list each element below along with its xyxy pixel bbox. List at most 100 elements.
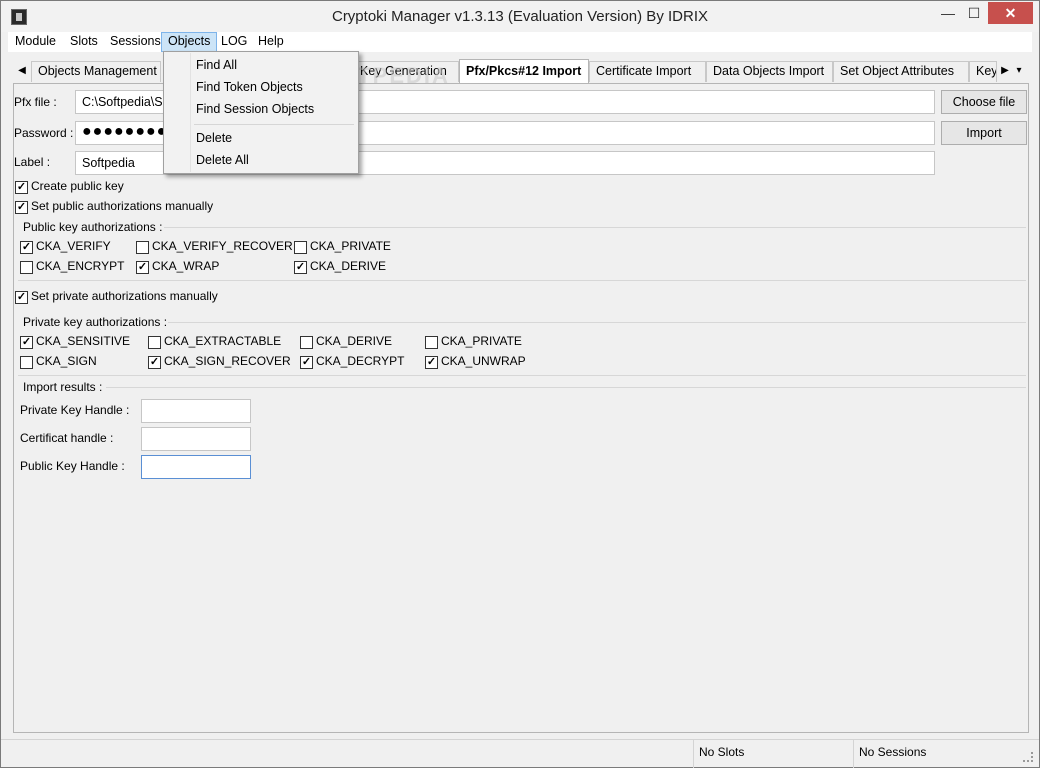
- menu-separator: [194, 124, 354, 125]
- check-icon: [294, 241, 307, 254]
- private-cka-sign-recover[interactable]: ✓ CKA_SIGN_RECOVER: [148, 354, 291, 370]
- choose-file-button[interactable]: Choose file: [941, 90, 1027, 114]
- tab-data-objects-import[interactable]: Data Objects Import: [706, 61, 833, 82]
- check-icon: ✓: [15, 181, 28, 194]
- checkbox-label: CKA_DERIVE: [316, 334, 393, 348]
- tab-key-partial[interactable]: Key: [969, 61, 997, 82]
- checkbox-label: CKA_VERIFY: [36, 239, 111, 253]
- group-divider: [164, 227, 1026, 228]
- checkbox-label: CKA_ENCRYPT: [36, 259, 125, 273]
- checkbox-label: CKA_PRIVATE: [441, 334, 522, 348]
- menu-slots[interactable]: Slots: [64, 32, 104, 52]
- private-key-handle-label: Private Key Handle :: [20, 403, 130, 417]
- menu-log[interactable]: LOG: [215, 32, 253, 52]
- label-label: Label :: [14, 155, 51, 169]
- private-cka-sign[interactable]: CKA_SIGN: [20, 354, 97, 370]
- tab-scroll-right-icon[interactable]: ▶: [998, 63, 1012, 79]
- private-cka-extractable[interactable]: CKA_EXTRACTABLE: [148, 334, 281, 350]
- cert-handle-field[interactable]: [141, 427, 251, 451]
- private-auth-title: Private key authorizations :: [23, 315, 168, 329]
- check-icon: [20, 261, 33, 274]
- checkbox-label: CKA_DERIVE: [310, 259, 387, 273]
- objects-menu: Find All Find Token Objects Find Session…: [163, 51, 359, 174]
- title-bar[interactable]: Cryptoki Manager v1.3.13 (Evaluation Ver…: [1, 1, 1039, 32]
- public-key-handle-label: Public Key Handle :: [20, 459, 125, 473]
- check-icon: ✓: [425, 356, 438, 369]
- menu-help[interactable]: Help: [252, 32, 290, 52]
- menu-delete-all[interactable]: Delete All: [196, 150, 249, 170]
- check-icon: ✓: [300, 356, 313, 369]
- public-cka-encrypt[interactable]: CKA_ENCRYPT: [20, 259, 124, 275]
- resize-grip-icon[interactable]: [1023, 752, 1033, 762]
- checkbox-label: Set private authorizations manually: [31, 289, 218, 303]
- status-sessions: No Sessions: [853, 740, 1037, 768]
- checkbox-label: CKA_UNWRAP: [441, 354, 526, 368]
- set-public-manual-checkbox[interactable]: ✓ Set public authorizations manually: [15, 199, 213, 215]
- checkbox-label: CKA_WRAP: [152, 259, 220, 273]
- checkbox-label: CKA_SENSITIVE: [36, 334, 131, 348]
- checkbox-label: CKA_EXTRACTABLE: [164, 334, 282, 348]
- menu-find-session-objects[interactable]: Find Session Objects: [196, 99, 314, 119]
- private-key-handle-field[interactable]: [141, 399, 251, 423]
- checkbox-label: CKA_SIGN_RECOVER: [164, 354, 291, 368]
- set-private-manual-checkbox[interactable]: ✓ Set private authorizations manually: [15, 289, 218, 305]
- pfx-file-label: Pfx file :: [14, 95, 57, 109]
- create-public-key-checkbox[interactable]: ✓ Create public key: [15, 179, 124, 195]
- checkbox-label: CKA_PRIVATE: [310, 239, 391, 253]
- checkbox-label: CKA_SIGN: [36, 354, 97, 368]
- check-icon: ✓: [15, 291, 28, 304]
- menu-find-all[interactable]: Find All: [196, 55, 237, 75]
- tab-objects-management[interactable]: Objects Management: [31, 61, 161, 82]
- minimize-icon[interactable]: —: [935, 2, 961, 24]
- status-bar: No Slots No Sessions: [1, 739, 1039, 768]
- window-title: Cryptoki Manager v1.3.13 (Evaluation Ver…: [331, 8, 708, 25]
- public-cka-wrap[interactable]: ✓ CKA_WRAP: [136, 259, 219, 275]
- private-cka-derive[interactable]: CKA_DERIVE: [300, 334, 392, 350]
- check-icon: ✓: [15, 201, 28, 214]
- maximize-icon[interactable]: ☐: [961, 2, 987, 24]
- tab-set-object-attributes[interactable]: Set Object Attributes: [833, 61, 969, 82]
- check-icon: [300, 336, 313, 349]
- tab-certificate-import[interactable]: Certificate Import: [589, 61, 706, 82]
- password-label: Password :: [14, 126, 74, 140]
- menu-sessions[interactable]: Sessions: [104, 32, 167, 52]
- public-cka-verify-recover[interactable]: CKA_VERIFY_RECOVER: [136, 239, 293, 255]
- public-cka-verify[interactable]: ✓ CKA_VERIFY: [20, 239, 111, 255]
- public-key-handle-field[interactable]: [141, 455, 251, 479]
- app-window: Cryptoki Manager v1.3.13 (Evaluation Ver…: [0, 0, 1040, 768]
- check-icon: ✓: [20, 241, 33, 254]
- check-icon: ✓: [136, 261, 149, 274]
- menu-objects[interactable]: Objects: [161, 32, 218, 52]
- menu-icon-column: [165, 53, 191, 172]
- import-results-title: Import results :: [23, 380, 103, 394]
- tab-scroll-left-icon[interactable]: ◀: [15, 63, 29, 79]
- check-icon: [148, 336, 161, 349]
- check-icon: ✓: [20, 336, 33, 349]
- menu-delete[interactable]: Delete: [196, 128, 232, 148]
- group-divider: [106, 387, 1026, 388]
- status-slots: No Slots: [693, 740, 853, 768]
- import-button[interactable]: Import: [941, 121, 1027, 145]
- checkbox-label: Create public key: [31, 179, 124, 193]
- checkbox-label: Set public authorizations manually: [31, 199, 214, 213]
- group-divider: [18, 280, 1026, 281]
- menu-find-token-objects[interactable]: Find Token Objects: [196, 77, 303, 97]
- checkbox-label: CKA_DECRYPT: [316, 354, 405, 368]
- tab-overflow-icon[interactable]: ▾: [1012, 63, 1026, 79]
- public-cka-private[interactable]: CKA_PRIVATE: [294, 239, 391, 255]
- private-cka-unwrap[interactable]: ✓ CKA_UNWRAP: [425, 354, 526, 370]
- pfx-import-panel: Pfx file : C:\Softpedia\Softpedia Choose…: [13, 83, 1029, 733]
- check-icon: ✓: [148, 356, 161, 369]
- close-icon[interactable]: ✕: [988, 2, 1033, 24]
- private-cka-private[interactable]: CKA_PRIVATE: [425, 334, 522, 350]
- group-divider: [168, 322, 1026, 323]
- private-cka-sensitive[interactable]: ✓ CKA_SENSITIVE: [20, 334, 130, 350]
- check-icon: [425, 336, 438, 349]
- menu-module[interactable]: Module: [9, 32, 62, 52]
- public-auth-title: Public key authorizations :: [23, 220, 163, 234]
- tab-pfx-import[interactable]: Pfx/Pkcs#12 Import: [459, 59, 589, 83]
- private-cka-decrypt[interactable]: ✓ CKA_DECRYPT: [300, 354, 404, 370]
- cert-handle-label: Certificat handle :: [20, 431, 114, 445]
- check-icon: ✓: [294, 261, 307, 274]
- public-cka-derive[interactable]: ✓ CKA_DERIVE: [294, 259, 386, 275]
